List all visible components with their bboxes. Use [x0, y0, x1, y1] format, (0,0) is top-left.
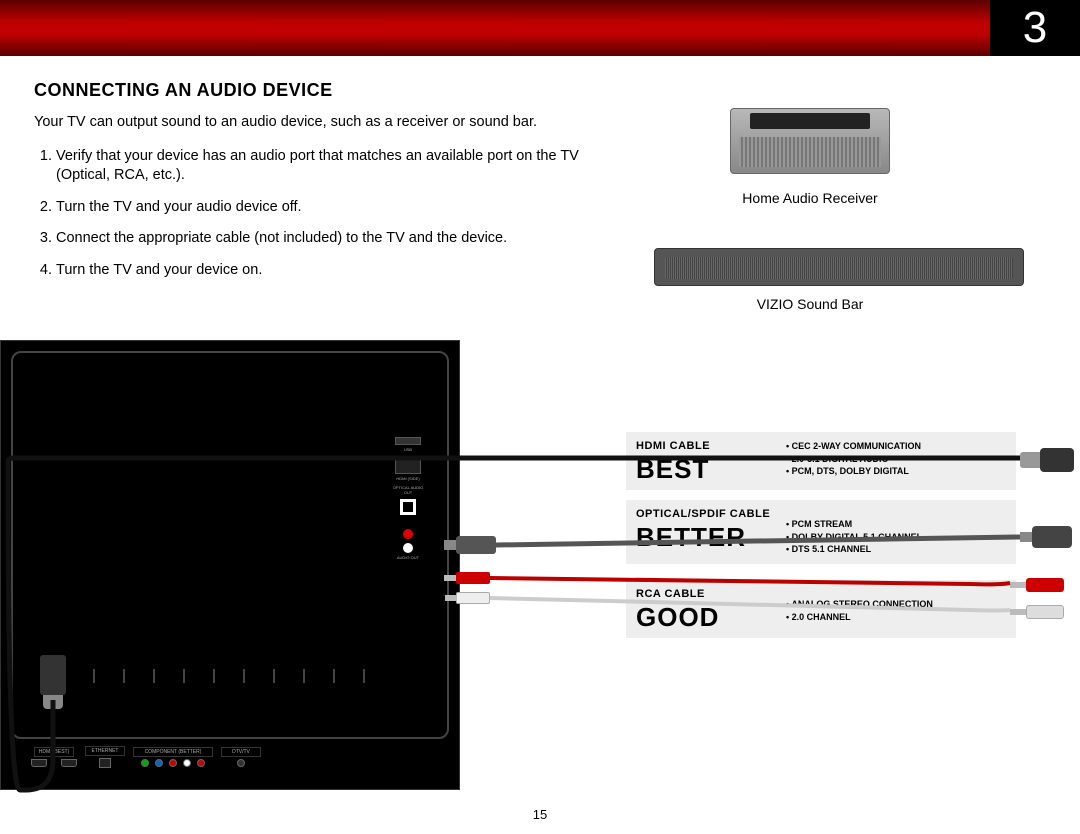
tv-back-diagram: USB HDMI (SIDE) OPTICAL AUDIO OUT AUDIO … [0, 340, 460, 790]
dtv-label: DTV/TV [221, 747, 261, 757]
usb-port-icon [395, 437, 421, 445]
chapter-number: 3 [990, 0, 1080, 56]
hdmi-best-label: HDMI (BEST) [34, 747, 75, 757]
steps-list: Verify that your device has an audio por… [34, 147, 594, 281]
text-column: CONNECTING AN AUDIO DEVICE Your TV can o… [34, 80, 594, 292]
hdmi-side-port-icon [395, 456, 421, 474]
optical-connector-right-icon [1020, 526, 1072, 548]
soundbar-illustration [654, 248, 1024, 286]
hdmi-plug-bottom-icon [40, 655, 66, 709]
hdmi-cable-box: HDMI CABLE BEST CEC 2-WAY COMMUNICATION … [626, 432, 1016, 490]
cable-bullets: ANALOG STEREO CONNECTION 2.0 CHANNEL [786, 598, 933, 623]
component-jack-icon [169, 759, 177, 767]
coax-port-icon [237, 759, 245, 767]
ethernet-port-icon [99, 758, 111, 768]
hdmi-connector-right-icon [1020, 448, 1074, 472]
rca-white-connector-right-icon [1010, 603, 1064, 621]
hdmi-port-icon [61, 759, 77, 767]
optical-cable-box: OPTICAL/SPDIF CABLE BETTER PCM STREAM DO… [626, 500, 1016, 564]
receiver-caption: Home Audio Receiver [720, 190, 900, 206]
rca-red-plug-left-icon [456, 572, 490, 584]
home-receiver-illustration [730, 108, 890, 174]
optical-port-icon [400, 499, 416, 515]
step-item: Turn the TV and your device on. [56, 261, 594, 281]
intro-paragraph: Your TV can output sound to an audio dev… [34, 113, 594, 133]
soundbar-caption: VIZIO Sound Bar [720, 296, 900, 312]
component-jack-icon [183, 759, 191, 767]
component-label: COMPONENT (BETTER) [133, 747, 213, 757]
rca-cable-box: RCA CABLE GOOD ANALOG STEREO CONNECTION … [626, 580, 1016, 638]
page-number-footer: 15 [0, 807, 1080, 822]
step-item: Verify that your device has an audio por… [56, 147, 594, 186]
rca-red-connector-right-icon [1010, 576, 1064, 594]
cable-bullets: CEC 2-WAY COMMUNICATION 2.0-5.1 DIGITAL … [786, 440, 921, 478]
step-item: Connect the appropriate cable (not inclu… [56, 229, 594, 249]
hdmi-port-icon [31, 759, 47, 767]
rca-white-plug-left-icon [456, 592, 490, 604]
audio-out-label: AUDIO OUT [389, 555, 427, 560]
step-item: Turn the TV and your audio device off. [56, 198, 594, 218]
component-jack-icon [155, 759, 163, 767]
section-heading: CONNECTING AN AUDIO DEVICE [34, 80, 594, 101]
component-jack-icon [141, 759, 149, 767]
usb-port-label: USB [389, 447, 427, 452]
rca-red-port-icon [403, 529, 413, 539]
tv-bottom-port-panel: HDMI (BEST) ETHERNET COMPONENT (BETTER) … [31, 737, 429, 777]
optical-port-label: OPTICAL AUDIO OUT [389, 485, 427, 495]
header-bar: 3 [0, 0, 1080, 56]
rca-white-port-icon [403, 543, 413, 553]
ethernet-label: ETHERNET [85, 746, 125, 756]
cable-bullets: PCM STREAM DOLBY DIGITAL 5.1 CHANNEL DTS… [786, 518, 922, 556]
tv-side-port-panel: USB HDMI (SIDE) OPTICAL AUDIO OUT AUDIO … [389, 433, 427, 633]
component-jack-icon [197, 759, 205, 767]
optical-plug-left-icon [456, 536, 496, 554]
